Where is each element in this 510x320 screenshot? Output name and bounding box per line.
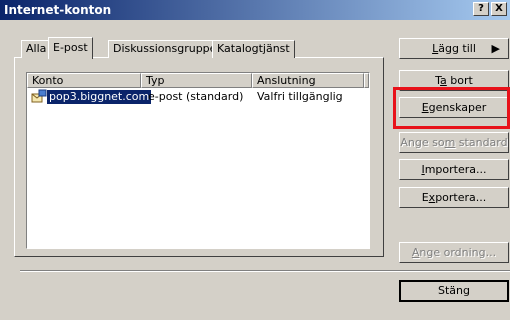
close-dialog-button[interactable]: Stäng [399,280,509,302]
mail-account-icon [31,89,47,103]
add-button[interactable]: Lägg till ▶ [399,38,509,59]
tab-diskussionsgrupper[interactable]: Diskussionsgrupper [108,40,226,58]
separator [20,270,510,272]
column-header-filler [364,73,369,88]
window-title: Internet-konton [4,3,112,17]
tab-alla[interactable]: Alla [21,40,52,58]
table-row-typ: e-post (standard) [148,90,244,103]
import-button[interactable]: Importera... [399,159,509,180]
title-bar: Internet-konton ? X [0,0,510,20]
tab-katalogtjanst[interactable]: Katalogtjänst [212,40,295,58]
column-header-anslutning[interactable]: Anslutning [252,73,364,88]
tab-epost[interactable]: E-post [48,37,93,59]
triangle-right-icon: ▶ [491,42,500,55]
export-button[interactable]: Exportera... [399,187,509,208]
column-header-konto[interactable]: Konto [27,73,141,88]
table-row-anslutning: Valfri tillgänglig [257,90,343,103]
column-header-typ[interactable]: Typ [141,73,252,88]
set-order-button[interactable]: Ange ordning... [399,242,509,263]
title-buttons: ? X [473,2,507,16]
account-list[interactable]: Konto Typ Anslutning pop3.biggnet.com e-… [26,72,370,249]
set-default-button[interactable]: Ange som standard [399,132,509,153]
highlight-box [393,87,510,129]
help-button[interactable]: ? [473,2,489,16]
close-button[interactable]: X [491,2,507,16]
table-row-konto[interactable]: pop3.biggnet.com [47,90,152,104]
